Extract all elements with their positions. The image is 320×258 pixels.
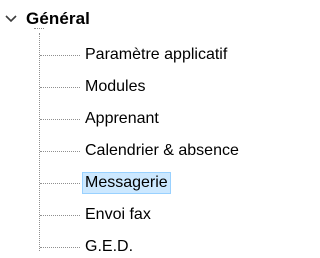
tree-item-apprenant[interactable]: Apprenant	[40, 108, 162, 130]
tree-item-label: G.E.D.	[85, 238, 134, 255]
tree-item-calendrier-absence[interactable]: Calendrier & absence	[40, 140, 242, 162]
tree-branch-line	[40, 246, 80, 248]
tree-branch-line	[40, 182, 80, 184]
tree-item-messagerie[interactable]: Messagerie	[40, 172, 171, 194]
tree-branch-line	[40, 118, 80, 120]
tree-branch-line	[40, 150, 80, 152]
tree-root-general[interactable]: Général	[4, 8, 90, 30]
tree-item-label-selected: Messagerie	[82, 172, 171, 194]
tree-item-label: Calendrier & absence	[85, 142, 239, 159]
tree-item-label: Apprenant	[85, 110, 159, 127]
tree-branch-line	[40, 86, 80, 88]
tree-branch-line	[40, 214, 80, 216]
chevron-down-icon[interactable]	[4, 12, 18, 26]
tree-item-label: Modules	[85, 78, 146, 95]
tree-item-ged[interactable]: G.E.D.	[40, 236, 136, 258]
tree-view: Général Paramètre applicatif Modules App…	[0, 0, 285, 258]
tree-item-envoi-fax[interactable]: Envoi fax	[40, 204, 154, 226]
tree-branch-line	[40, 54, 80, 56]
tree-item-modules[interactable]: Modules	[40, 76, 148, 98]
tree-item-parametre-applicatif[interactable]: Paramètre applicatif	[40, 44, 230, 66]
tree-item-label: Paramètre applicatif	[85, 46, 228, 63]
tree-root-label: Général	[26, 9, 91, 28]
tree-item-label: Envoi fax	[85, 206, 151, 223]
